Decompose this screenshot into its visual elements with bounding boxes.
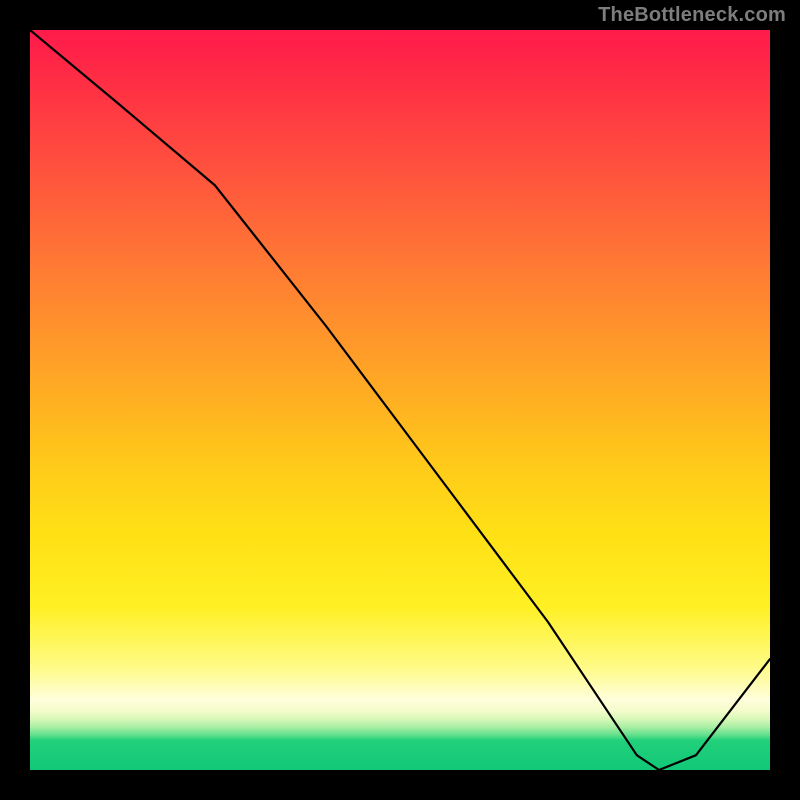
chart-frame: TheBottleneck.com (0, 0, 800, 800)
bottleneck-curve (30, 30, 770, 770)
plot-area (30, 30, 770, 770)
plot-svg (30, 30, 770, 770)
watermark-text: TheBottleneck.com (598, 4, 786, 27)
